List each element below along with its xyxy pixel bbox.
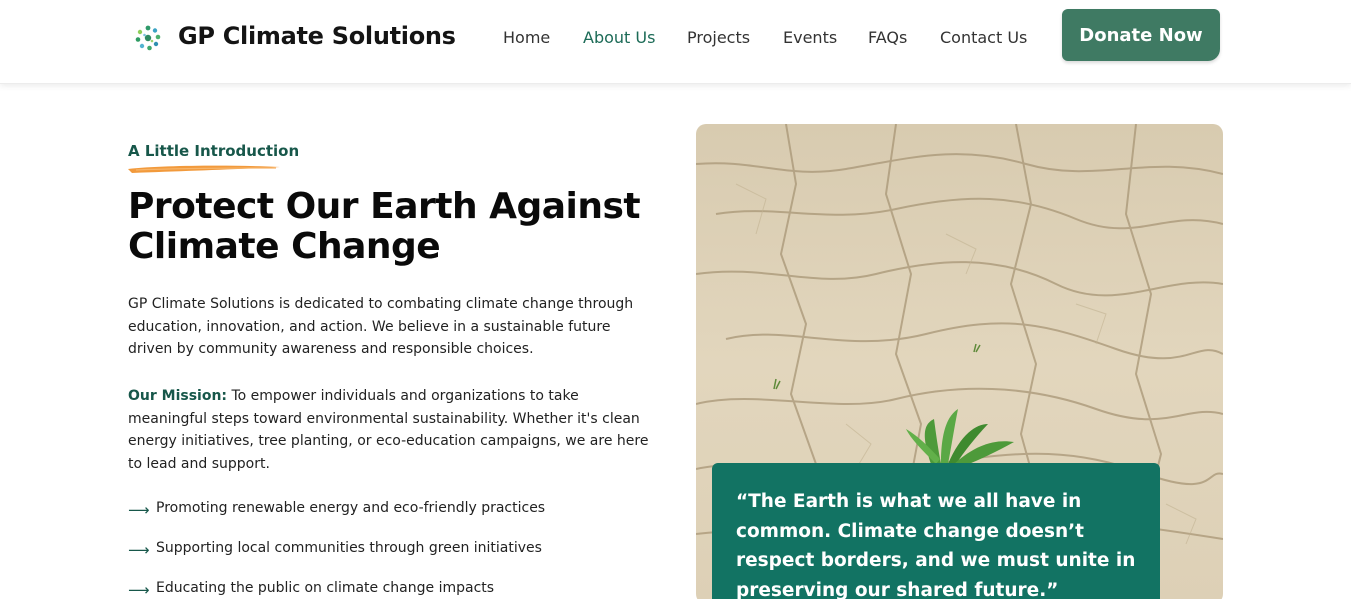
- donate-now-button[interactable]: Donate Now: [1062, 9, 1220, 61]
- title-line-2: Climate Change: [128, 226, 441, 267]
- quote-card: “The Earth is what we all have in common…: [712, 463, 1160, 599]
- leaf-circle-logo-icon[interactable]: [134, 24, 162, 52]
- site-header: GP Climate Solutions Home About Us Proje…: [0, 0, 1351, 84]
- arrow-right-icon: ⟶: [128, 541, 150, 559]
- arrow-right-icon: ⟶: [128, 501, 150, 519]
- arrow-right-icon: ⟶: [128, 581, 150, 599]
- intro-paragraph: GP Climate Solutions is dedicated to com…: [128, 296, 634, 358]
- mission-paragraph: Our Mission: To empower individuals and …: [128, 385, 658, 475]
- section-eyebrow: A Little Introduction: [128, 142, 300, 160]
- nav-contact-us[interactable]: Contact Us: [940, 28, 1027, 47]
- list-item-text: Supporting local communities through gre…: [156, 540, 542, 556]
- nav-faqs[interactable]: FAQs: [868, 28, 907, 47]
- title-line-1: Protect Our Earth Against: [128, 186, 641, 227]
- page-title: Protect Our Earth Against Climate Change: [128, 187, 648, 267]
- quote-text: “The Earth is what we all have in common…: [736, 491, 1136, 599]
- brand-name[interactable]: GP Climate Solutions: [178, 22, 456, 50]
- nav-events[interactable]: Events: [783, 28, 837, 47]
- nav-projects[interactable]: Projects: [687, 28, 750, 47]
- nav-home[interactable]: Home: [503, 28, 550, 47]
- list-item-text: Educating the public on climate change i…: [156, 580, 495, 596]
- orange-swoosh-underline: [128, 165, 280, 173]
- list-item-text: Promoting renewable energy and eco-frien…: [156, 500, 546, 516]
- mission-label: Our Mission:: [128, 388, 228, 404]
- nav-about-us[interactable]: About Us: [583, 28, 655, 47]
